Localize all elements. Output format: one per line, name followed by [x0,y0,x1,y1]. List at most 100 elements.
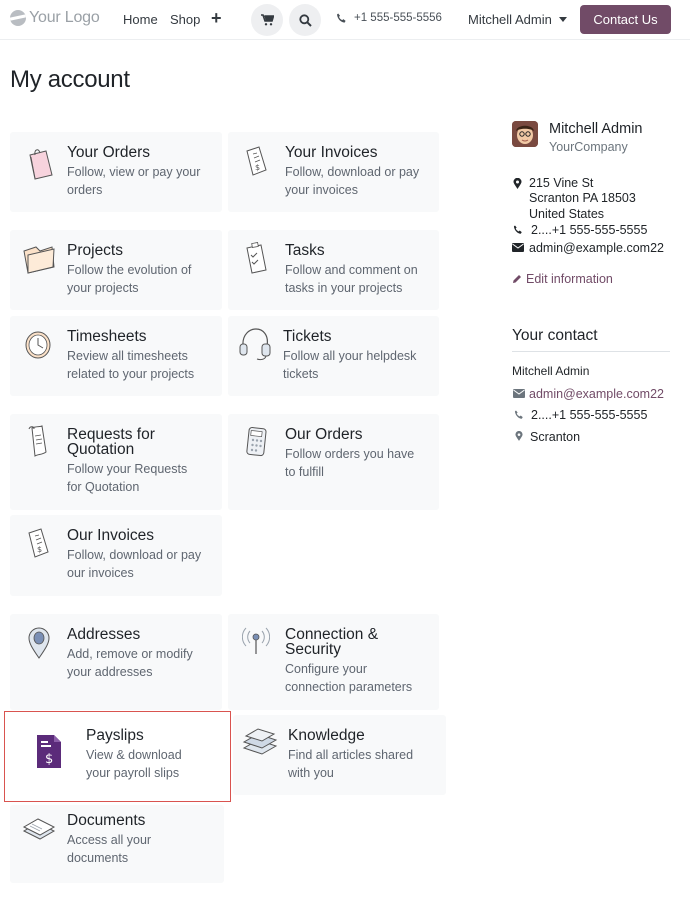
svg-text:$: $ [255,163,260,172]
card-title: Your Orders [67,144,150,161]
card-title: Our Invoices [67,527,155,544]
card-payslips[interactable]: $ Payslips View & download your payroll … [4,711,231,802]
card-your-invoices[interactable]: $ Your Invoices Follow, download or pay … [228,132,439,212]
user-menu[interactable]: Mitchell Admin [468,12,567,27]
logo-mark-icon [10,10,26,26]
address-line-2: Scranton PA 18503 [529,191,636,205]
card-desc-line2: for Quotation [67,480,140,494]
card-projects[interactable]: Projects Follow the evolution of your pr… [10,230,222,310]
headset-icon [239,328,271,361]
card-your-orders[interactable]: Your Orders Follow, view or pay your ord… [10,132,222,212]
edit-information-link[interactable]: Edit information [512,272,613,286]
card-desc-line2: orders [67,183,103,197]
card-desc-line1: Find all articles shared [288,748,414,762]
card-timesheets[interactable]: Timesheets Review all timesheets related… [10,316,222,396]
your-contact-heading: Your contact [512,327,598,344]
clipboard-icon [246,242,267,274]
cart-icon [260,14,274,26]
card-desc-line1: Configure your [285,662,367,676]
profile-company: YourCompany [549,140,628,154]
antenna-icon [242,627,270,654]
contact-phone: 2....+1 555-555-5555 [531,408,648,422]
envelope-icon [512,243,524,252]
card-desc-line2: your invoices [285,183,358,197]
search-button[interactable] [289,4,321,36]
page-title: My account [10,66,130,93]
contact-name: Mitchell Admin [512,364,590,378]
card-desc-line2: with you [288,766,334,780]
pencil-icon [513,275,521,283]
edit-information-label: Edit information [526,272,613,286]
card-desc-line2: to fulfill [285,465,324,479]
card-documents[interactable]: Documents Access all your documents [10,805,224,883]
chevron-down-icon [558,17,567,22]
card-desc-line2: our invoices [67,566,134,580]
card-desc-line1: View & download [86,748,182,762]
card-connection-security[interactable]: Connection & Security Configure your con… [228,614,439,710]
clock-icon [25,331,51,359]
card-desc-line1: Follow the evolution of [67,263,192,277]
card-desc-line1: Follow your Requests [67,462,188,476]
nav-home[interactable]: Home [123,12,158,27]
user-name: Mitchell Admin [468,12,552,27]
card-tickets[interactable]: Tickets Follow all your helpdesk tickets [228,316,439,396]
card-title: Your Invoices [285,144,378,161]
card-our-invoices[interactable]: $ Our Invoices Follow, download or pay o… [10,515,222,596]
nav-shop[interactable]: Shop [170,12,200,27]
card-tasks[interactable]: Tasks Follow and comment on tasks in you… [228,230,439,310]
card-desc-line1: Follow and comment on [285,263,418,277]
card-desc-line1: Access all your [67,833,152,847]
card-desc-line1: Follow orders you have [285,447,415,461]
card-title: Projects [67,242,123,259]
svg-text:$: $ [45,752,53,767]
shopping-bag-icon [29,149,53,180]
svg-text:$: $ [37,545,42,554]
profile-email: admin@example.com22 [529,241,664,255]
card-desc-line1: Follow all your helpdesk [283,349,417,363]
logo-text: Your Logo [29,9,100,26]
map-marker-icon [513,178,522,189]
scroll-icon [28,425,47,457]
card-title: Timesheets [67,328,147,345]
card-desc-line2: connection parameters [285,680,413,694]
card-desc-line2: your projects [67,281,139,295]
contact-email-link[interactable]: admin@example.com22 [529,387,664,401]
card-title-line2: Quotation [67,441,135,458]
top-navbar: Your Logo Home Shop + +1 555-555-5556 Mi… [0,0,690,40]
card-desc-line2: related to your projects [67,367,195,381]
card-desc-line2: your payroll slips [86,766,180,780]
card-knowledge[interactable]: Knowledge Find all articles shared with … [233,715,446,795]
card-desc-line2: your addresses [67,665,153,679]
card-title: Payslips [86,727,144,744]
card-desc-line1: Follow, download or pay [285,165,420,179]
calculator-icon [246,427,267,457]
divider [512,351,670,352]
card-desc-line1: Follow, download or pay [67,548,202,562]
profile-phone: 2....+1 555-555-5555 [531,223,648,237]
folder-icon [23,246,55,274]
card-title: Tickets [283,328,332,345]
avatar [512,121,538,147]
cart-button[interactable] [251,4,283,36]
address-line-3: United States [529,207,605,221]
card-title: Documents [67,812,146,829]
profile-name: Mitchell Admin [549,121,643,137]
add-menu-icon[interactable]: + [211,8,222,29]
user-avatar-icon [512,121,538,147]
card-requests-for-quotation[interactable]: Requests for Quotation Follow your Reque… [10,414,222,510]
card-desc-line2: tasks in your projects [285,281,403,295]
logo[interactable]: Your Logo [10,9,100,27]
card-title: Tasks [285,242,325,259]
card-title: Knowledge [288,727,365,744]
books-icon [242,728,278,755]
header-phone[interactable]: +1 555-555-5556 [336,12,442,24]
card-our-orders[interactable]: Our Orders Follow orders you have to ful… [228,414,439,510]
card-title-line2: Security [285,641,341,658]
card-desc-line1: Review all timesheets [67,349,188,363]
card-desc-line1: Add, remove or modify [67,647,193,661]
envelope-icon [513,389,525,398]
contact-us-button[interactable]: Contact Us [580,5,671,34]
payslip-icon: $ [37,735,61,768]
card-addresses[interactable]: Addresses Add, remove or modify your add… [10,614,222,710]
documents-icon [22,818,56,840]
